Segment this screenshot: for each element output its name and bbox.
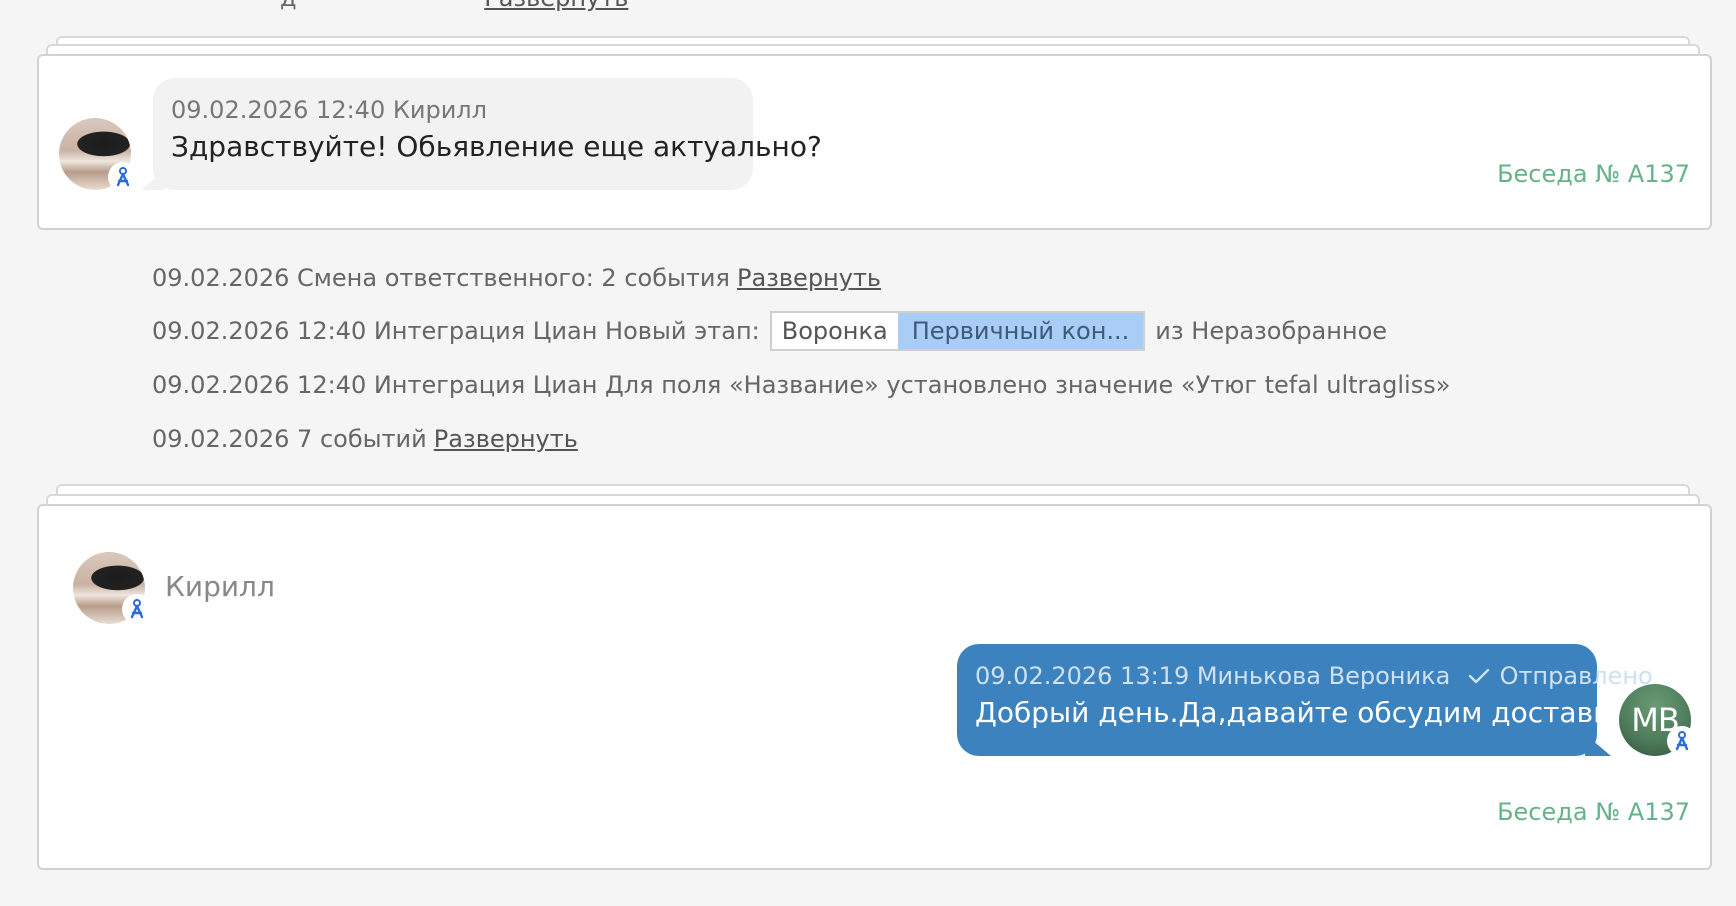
check-icon (1468, 668, 1490, 684)
conversation-link[interactable]: Беседа № A137 (1497, 798, 1690, 826)
message-status: Отправлено (1499, 662, 1653, 690)
event-text: 09.02.2026 Смена ответственного: 2 событ… (152, 264, 730, 292)
avito-channel-icon (130, 599, 144, 619)
event-text: 09.02.2026 12:40 Интеграция Циан Новый э… (152, 317, 760, 345)
pipeline-stage-tag[interactable]: Воронка Первичный кон... (769, 311, 1146, 351)
event-line: 09.02.2026 7 событий Развернуть (152, 419, 578, 459)
event-text: 09.02.2026 12:40 Интеграция Циан Для пол… (152, 371, 1451, 399)
stage-name: Первичный кон... (897, 313, 1144, 349)
event-suffix: из Неразобранное (1155, 317, 1388, 345)
expand-link[interactable]: Развернуть (434, 425, 578, 453)
message-card: Кирилл 09.02.2026 13:19 Минькова Вероник… (37, 504, 1712, 870)
message-card: 09.02.2026 12:40 Кирилл Здравствуйте! Об… (37, 54, 1712, 230)
message-meta-text: 09.02.2026 13:19 Минькова Вероника (975, 662, 1451, 690)
message-meta: 09.02.2026 12:40 Кирилл (171, 96, 487, 124)
expand-link[interactable]: Развернуть (484, 0, 628, 12)
incoming-message: 09.02.2026 12:40 Кирилл Здравствуйте! Об… (153, 78, 822, 190)
chat-feed: д Развернуть 09.02.2026 12:40 Кирилл Здр… (0, 0, 1736, 906)
event-line-top: д Развернуть (152, 0, 628, 12)
author-name: Кирилл (165, 570, 275, 603)
outgoing-message: 09.02.2026 13:19 Минькова Вероника Отпра… (957, 644, 1653, 756)
avito-channel-icon (1675, 731, 1689, 751)
event-text: д (280, 0, 297, 12)
avito-channel-icon (116, 167, 130, 187)
conversation-link[interactable]: Беседа № A137 (1497, 160, 1690, 188)
message-text: Здравствуйте! Обьявление еще актуально? (171, 130, 822, 163)
pipeline-name: Воронка (771, 313, 898, 349)
expand-link[interactable]: Развернуть (737, 264, 881, 292)
channel-badge (108, 162, 138, 192)
event-line: 09.02.2026 12:40 Интеграция Циан Для пол… (152, 365, 1450, 405)
channel-badge (122, 594, 152, 624)
event-line: 09.02.2026 Смена ответственного: 2 событ… (152, 258, 881, 298)
event-text: 09.02.2026 7 событий (152, 425, 427, 453)
message-meta: 09.02.2026 13:19 Минькова Вероника Отпра… (975, 662, 1653, 690)
message-text: Добрый день.Да,давайте обсудим доставку … (975, 696, 1645, 729)
channel-badge (1667, 726, 1697, 756)
event-line: 09.02.2026 12:40 Интеграция Циан Новый э… (152, 311, 1387, 351)
